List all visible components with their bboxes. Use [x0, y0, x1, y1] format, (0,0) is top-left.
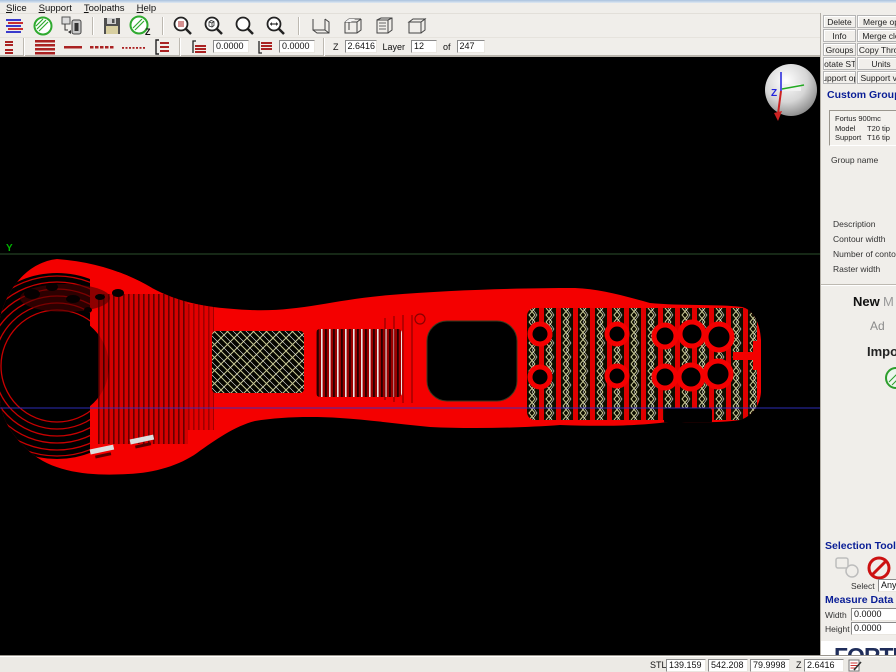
- view-front-icon[interactable]: [372, 15, 398, 37]
- toolpath-canvas: Y: [0, 57, 820, 656]
- toolbar-separator: [92, 17, 94, 35]
- copy-supports-icon[interactable]: [60, 15, 84, 37]
- model-tip-label: Model: [835, 124, 867, 134]
- delete-button[interactable]: Delete: [823, 15, 856, 28]
- menu-toolpaths[interactable]: Toolpaths: [84, 3, 125, 14]
- units-button[interactable]: Units: [857, 57, 896, 70]
- zoom-extents-icon[interactable]: [265, 15, 290, 37]
- copy-through-button[interactable]: Copy Throu: [857, 43, 896, 56]
- selection-tools-title: Selection Tools: [825, 540, 896, 552]
- group-ok-icon[interactable]: [883, 365, 896, 391]
- sphere-z-label: Z: [771, 88, 777, 99]
- start-layer-icon[interactable]: [189, 36, 207, 58]
- layer-input[interactable]: 12: [411, 40, 437, 53]
- select-mode-dropdown[interactable]: Any: [878, 579, 896, 592]
- new-group-button[interactable]: New: [853, 294, 880, 309]
- slice-part-icon[interactable]: [32, 15, 54, 37]
- status-z-field: 2.6416: [804, 659, 844, 672]
- zoom-out-icon[interactable]: [234, 15, 259, 37]
- description-label: Description: [833, 219, 876, 229]
- menu-help[interactable]: Help: [137, 3, 157, 14]
- show-all-toolpaths-icon[interactable]: [33, 36, 57, 58]
- support-tip-value: T16 tip: [867, 133, 890, 143]
- view-iso-icon[interactable]: [340, 15, 366, 37]
- layer-label: Layer: [383, 42, 406, 52]
- height-label: Height: [825, 624, 850, 634]
- edit-note-icon[interactable]: [848, 658, 862, 672]
- through-hole: [427, 321, 517, 401]
- deselect-icon[interactable]: [867, 556, 893, 580]
- zoom-layer-icon[interactable]: [172, 15, 197, 37]
- measure-data-title: Measure Data: [825, 594, 893, 606]
- operations-panel: Delete Merge op Info Merge clo Groups Co…: [820, 13, 896, 672]
- z-label: Z: [333, 42, 339, 52]
- cursor-y-field: 542.208: [708, 659, 748, 672]
- toolbar-separator: [162, 17, 164, 35]
- of-label: of: [443, 42, 451, 52]
- model-tip-value: T20 tip: [867, 124, 890, 134]
- height-value-field[interactable]: 0.0000: [851, 622, 896, 635]
- modify-group-button[interactable]: M: [883, 294, 894, 309]
- show-rasters-icon[interactable]: [89, 36, 115, 58]
- import-group-button[interactable]: Impo: [867, 344, 896, 359]
- support-tip-label: Support: [835, 133, 867, 143]
- toolbar-separator: [298, 17, 300, 35]
- toolpath-toolbar: 0.0000 0.0000 Z 2.6416 Layer 12 of 247: [0, 38, 820, 57]
- add-group-button[interactable]: Ad: [870, 319, 885, 333]
- zoom-model-icon[interactable]: [203, 15, 228, 37]
- main-toolbar: Z: [0, 14, 820, 38]
- view-box-icon[interactable]: [404, 15, 430, 37]
- layer-total-input[interactable]: 247: [457, 40, 485, 53]
- group-name-label: Group name: [831, 155, 878, 165]
- show-contours-icon[interactable]: [63, 36, 83, 58]
- raster-width-label: Raster width: [833, 264, 880, 274]
- crosshatch-pocket: [212, 331, 304, 393]
- groups-button[interactable]: Groups: [823, 43, 856, 56]
- stl-label: STL: [650, 660, 667, 670]
- end-z-input[interactable]: 0.0000: [279, 40, 315, 53]
- select-label: Select: [851, 581, 875, 591]
- slice-viewport[interactable]: Y: [0, 57, 820, 656]
- toolpath-mini-icon[interactable]: [3, 36, 15, 58]
- cursor-z-field: 79.9998: [750, 659, 790, 672]
- custom-groups-title: Custom Groups: [827, 89, 896, 101]
- bottom-notch: [664, 408, 712, 424]
- number-of-contours-label: Number of contours: [833, 249, 896, 259]
- start-z-input[interactable]: 0.0000: [213, 40, 249, 53]
- machine-info-box: Fortus 900mc ModelT20 tip SupportT16 tip: [829, 110, 896, 146]
- width-label: Width: [825, 610, 847, 620]
- toolpath-stripes: [98, 294, 188, 444]
- insight-application-window: Slice Support Toolpaths Help: [0, 0, 896, 672]
- status-z-label: Z: [796, 660, 802, 670]
- menu-slice[interactable]: Slice: [6, 3, 27, 14]
- end-layer-icon[interactable]: [255, 36, 273, 58]
- slice-layers-icon[interactable]: [4, 15, 26, 37]
- merge-close-button[interactable]: Merge clo: [857, 29, 896, 42]
- merge-open-button[interactable]: Merge op: [857, 15, 896, 28]
- info-button[interactable]: Info: [823, 29, 856, 42]
- orientation-sphere[interactable]: Z: [765, 64, 817, 121]
- width-value-field[interactable]: 0.0000: [851, 608, 896, 621]
- rotate-stl-button[interactable]: Rotate STL: [823, 57, 856, 70]
- cursor-x-field: 139.159: [666, 659, 706, 672]
- menu-bar: Slice Support Toolpaths Help: [0, 3, 896, 14]
- toolbar-separator: [323, 38, 325, 56]
- toolbar-separator: [23, 38, 25, 56]
- group-toolpaths-icon[interactable]: [153, 36, 171, 58]
- current-z-input[interactable]: 2.6416: [345, 40, 377, 53]
- panel-divider: [821, 284, 896, 286]
- support-va-button[interactable]: Support va: [857, 71, 896, 84]
- slice-z-icon[interactable]: Z: [128, 15, 154, 37]
- stripe-pocket: [316, 329, 402, 397]
- printer-name: Fortus 900mc: [835, 114, 896, 124]
- status-bar: STL 139.159 542.208 79.9998 Z 2.6416: [0, 656, 896, 672]
- toolbar-separator: [179, 38, 181, 56]
- save-icon[interactable]: [102, 15, 122, 37]
- menu-support[interactable]: Support: [39, 3, 72, 14]
- view-bottom-icon[interactable]: [308, 15, 334, 37]
- contour-width-label: Contour width: [833, 234, 885, 244]
- support-ops-button[interactable]: Support ops: [823, 71, 856, 84]
- y-axis-label: Y: [6, 243, 13, 254]
- show-fine-rasters-icon[interactable]: [121, 36, 147, 58]
